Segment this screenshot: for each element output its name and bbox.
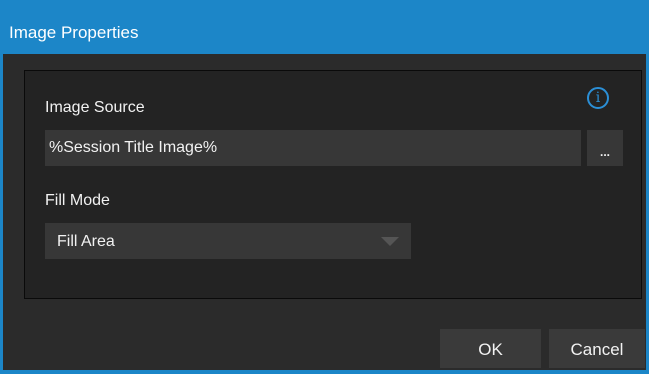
cancel-button[interactable]: Cancel <box>549 329 645 368</box>
ok-button[interactable]: OK <box>440 329 541 368</box>
image-source-label: Image Source <box>45 99 145 116</box>
image-properties-dialog: Image Properties i Image Source %Session… <box>0 0 649 374</box>
dialog-title: Image Properties <box>0 0 649 54</box>
chevron-down-icon <box>381 237 399 246</box>
fill-mode-label: Fill Mode <box>45 192 110 209</box>
fill-mode-select[interactable]: Fill Area <box>45 223 411 259</box>
info-icon[interactable]: i <box>587 87 609 109</box>
image-source-input[interactable]: %Session Title Image% <box>45 130 581 166</box>
fill-mode-value: Fill Area <box>57 233 115 250</box>
browse-button[interactable]: ... <box>587 130 623 166</box>
